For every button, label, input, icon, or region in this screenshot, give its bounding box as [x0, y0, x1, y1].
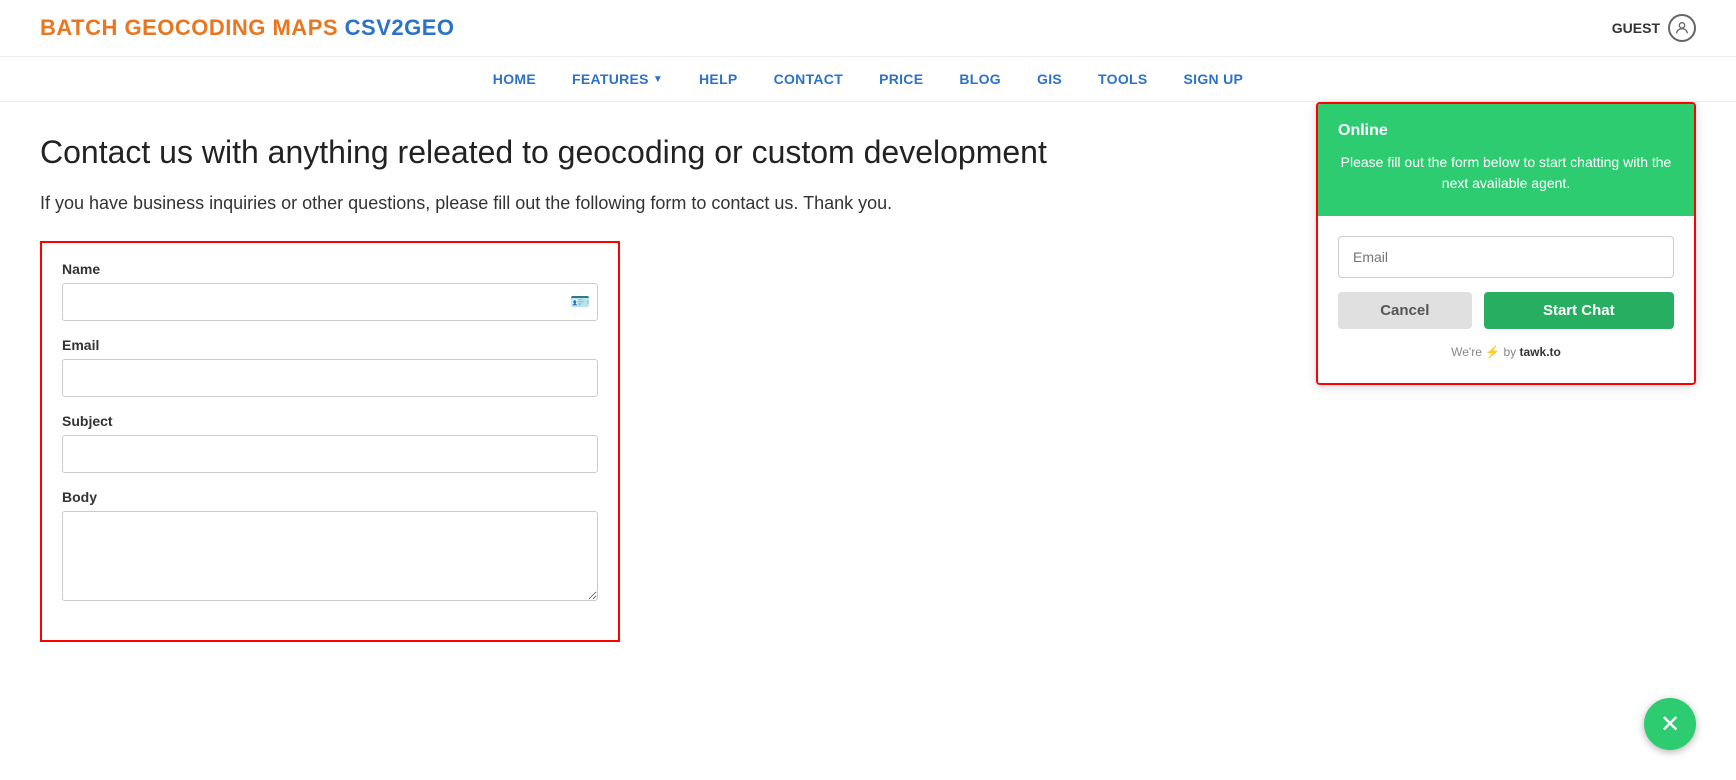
email-input[interactable] — [62, 359, 598, 397]
header: BATCH GEOCODING MAPS CSV2GEO GUEST — [0, 0, 1736, 57]
name-input[interactable] — [62, 283, 598, 321]
footer-prefix: by — [1504, 345, 1520, 359]
guest-area[interactable]: GUEST — [1612, 14, 1696, 42]
chat-close-button[interactable]: ✕ — [1644, 698, 1696, 750]
chat-email-input[interactable] — [1338, 236, 1674, 278]
name-field-icon: 🪪 — [570, 292, 590, 312]
body-field: Body — [62, 489, 598, 606]
nav-item-home[interactable]: HOME — [493, 71, 536, 87]
contact-form: Name 🪪 Email Subject Body — [40, 241, 620, 642]
logo-batch: BATCH GEOCODING MAPS — [40, 15, 338, 40]
main-nav: HOME FEATURES ▼ HELP CONTACT PRICE BLOG … — [0, 57, 1736, 102]
chat-description: Please fill out the form below to start … — [1338, 152, 1674, 194]
guest-label: GUEST — [1612, 20, 1660, 36]
chat-header: Online Please fill out the form below to… — [1318, 104, 1694, 216]
chat-body: Cancel Start Chat We're ⚡ by tawk.to — [1318, 216, 1694, 383]
lightning-icon: ⚡ — [1485, 345, 1503, 359]
user-icon — [1668, 14, 1696, 42]
chat-widget: Online Please fill out the form below to… — [1316, 102, 1696, 385]
nav-item-tools[interactable]: TOOLS — [1098, 71, 1147, 87]
body-textarea[interactable] — [62, 511, 598, 601]
start-chat-button[interactable]: Start Chat — [1484, 292, 1674, 329]
name-label: Name — [62, 261, 598, 277]
cancel-button[interactable]: Cancel — [1338, 292, 1472, 329]
body-label: Body — [62, 489, 598, 505]
footer-text: We're — [1451, 345, 1482, 359]
email-field: Email — [62, 337, 598, 397]
nav-item-help[interactable]: HELP — [699, 71, 738, 87]
nav-item-price[interactable]: PRICE — [879, 71, 923, 87]
nav-item-features[interactable]: FEATURES ▼ — [572, 71, 663, 87]
email-label: Email — [62, 337, 598, 353]
main-content: Contact us with anything releated to geo… — [0, 102, 1736, 672]
nav-item-contact[interactable]: CONTACT — [774, 71, 844, 87]
close-icon: ✕ — [1660, 710, 1680, 739]
nav-item-blog[interactable]: BLOG — [959, 71, 1001, 87]
subject-label: Subject — [62, 413, 598, 429]
tawkto-link[interactable]: tawk.to — [1520, 345, 1561, 359]
nav-item-gis[interactable]: GIS — [1037, 71, 1062, 87]
nav-item-signup[interactable]: SIGN UP — [1184, 71, 1244, 87]
logo[interactable]: BATCH GEOCODING MAPS CSV2GEO — [40, 15, 455, 41]
subject-input[interactable] — [62, 435, 598, 473]
name-field: Name 🪪 — [62, 261, 598, 321]
dropdown-arrow-icon: ▼ — [653, 74, 663, 85]
subject-field: Subject — [62, 413, 598, 473]
chat-footer: We're ⚡ by tawk.to — [1338, 345, 1674, 363]
chat-status: Online — [1338, 122, 1674, 140]
logo-csv: CSV2GEO — [345, 15, 455, 40]
chat-actions: Cancel Start Chat — [1338, 292, 1674, 329]
